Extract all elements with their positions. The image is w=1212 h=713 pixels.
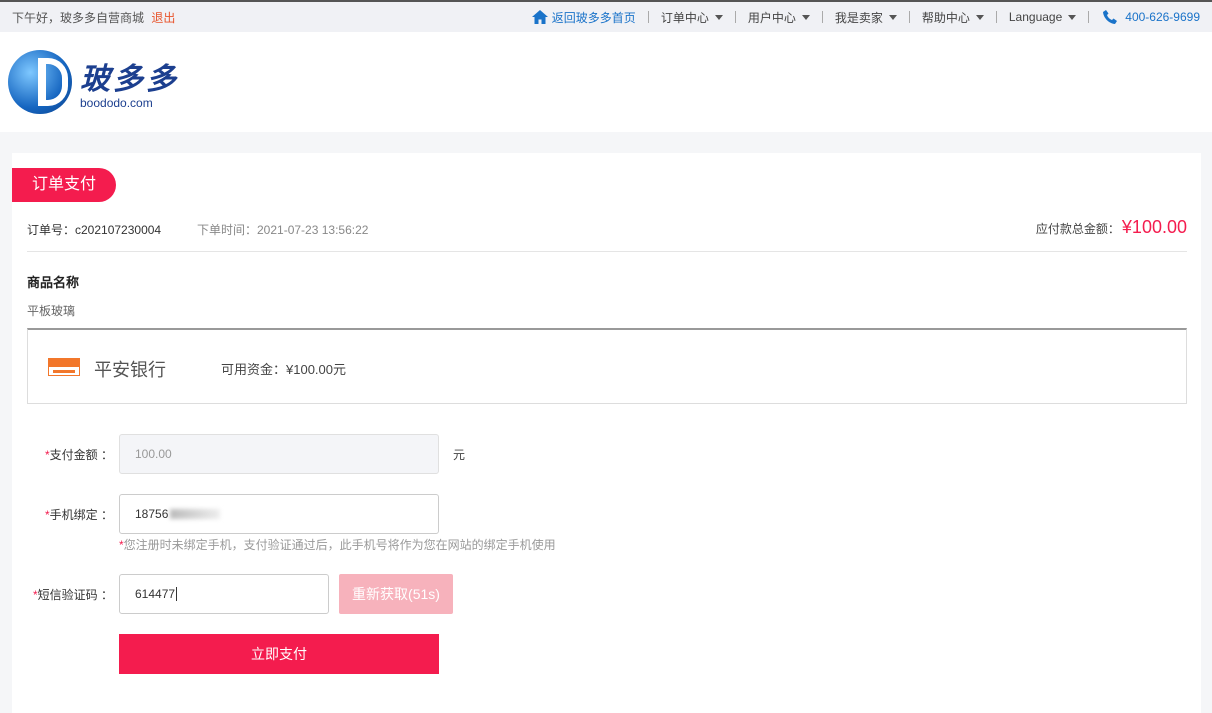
goods-name: 平板玻璃 xyxy=(27,304,76,318)
top-nav: 返回玻多多首页 订单中心 用户中心 我是卖家 帮助中心 Language 400… xyxy=(520,9,1200,26)
goods-title: 商品名称 xyxy=(27,275,80,290)
payment-panel: 订单支付 订单号：c202107230004 下单时间：2021-07-23 1… xyxy=(12,153,1201,713)
logo-emblem xyxy=(8,50,72,114)
order-total: 应付款总金额： ¥100.00 xyxy=(1036,217,1187,238)
greeting-text: 下午好，玻多多自营商城 xyxy=(12,10,145,25)
home-link[interactable]: 返回玻多多首页 xyxy=(520,9,648,26)
caret-down-icon xyxy=(801,14,810,20)
sms-label: *短信验证码 ： xyxy=(32,587,113,602)
bank-logo-icon xyxy=(48,358,80,376)
amount-unit: 元 xyxy=(453,447,466,462)
amount-row: *支付金额 ： 100.00 元 xyxy=(12,434,465,474)
nav-order-center[interactable]: 订单中心 xyxy=(649,9,735,26)
redacted-mask xyxy=(170,509,221,519)
sms-code-input[interactable]: 614477 xyxy=(119,574,329,614)
bank-card[interactable]: 平安银行 可用资金：¥100.00元 xyxy=(27,328,1187,404)
logo-letter-shape xyxy=(38,58,68,106)
nav-language[interactable]: Language xyxy=(997,10,1088,24)
hotline-number: 400-626-9699 xyxy=(1125,10,1200,24)
nav-user-center[interactable]: 用户中心 xyxy=(736,9,822,26)
pay-now-button[interactable]: 立即支付 xyxy=(119,634,439,674)
nav-help-center[interactable]: 帮助中心 xyxy=(910,9,996,26)
nav-label: 我是卖家 xyxy=(834,10,883,25)
hotline: 400-626-9699 xyxy=(1089,10,1200,24)
phone-input[interactable]: 18756 xyxy=(119,494,439,534)
top-bar: 下午好，玻多多自营商城 退出 返回玻多多首页 订单中心 用户中心 我是卖家 帮助… xyxy=(0,0,1212,32)
available-funds: 可用资金：¥100.00元 xyxy=(221,362,346,377)
phone-icon xyxy=(1103,10,1118,24)
logout-link[interactable]: 退出 xyxy=(151,11,175,25)
order-number: 订单号：c202107230004 xyxy=(27,223,162,237)
nav-label: 用户中心 xyxy=(747,10,796,25)
caret-down-icon xyxy=(1068,14,1077,20)
phone-row: *手机绑定 ： 18756 xyxy=(12,494,439,534)
order-info: 订单号：c202107230004 下单时间：2021-07-23 13:56:… xyxy=(27,217,1187,252)
text-cursor xyxy=(176,587,178,601)
phone-hint: *您注册时未绑定手机，支付验证通过后，此手机号将作为您在网站的绑定手机使用 xyxy=(119,538,556,552)
total-label: 应付款总金额： xyxy=(1035,222,1120,236)
greeting-area: 下午好，玻多多自营商城 退出 xyxy=(12,9,175,26)
nav-label: 帮助中心 xyxy=(921,10,970,25)
site-header: 玻多多 boododo.com xyxy=(0,32,1212,132)
caret-down-icon xyxy=(975,14,984,20)
home-link-label: 返回玻多多首页 xyxy=(551,10,636,25)
amount-label: *支付金额 ： xyxy=(44,447,113,462)
caret-down-icon xyxy=(888,14,897,20)
resend-code-button[interactable]: 重新获取(51s) xyxy=(339,574,453,614)
nav-seller[interactable]: 我是卖家 xyxy=(823,9,909,26)
logo-text: 玻多多 boododo.com xyxy=(80,54,179,110)
logo-cn: 玻多多 xyxy=(80,62,179,97)
nav-label: Language xyxy=(1008,10,1063,24)
home-icon xyxy=(531,10,548,24)
order-time: 下单时间：2021-07-23 13:56:22 xyxy=(197,223,369,237)
phone-label: *手机绑定 ： xyxy=(44,507,113,522)
logo-en: boododo.com xyxy=(80,96,153,110)
caret-down-icon xyxy=(714,14,723,20)
total-amount: ¥100.00 xyxy=(1121,217,1187,237)
nav-label: 订单中心 xyxy=(660,10,709,25)
bank-name: 平安银行 xyxy=(94,360,166,380)
amount-input[interactable]: 100.00 xyxy=(119,434,439,474)
site-logo[interactable]: 玻多多 boododo.com xyxy=(8,50,179,114)
sms-row: *短信验证码 ： 614477 重新获取(51s) xyxy=(12,574,453,614)
page-title: 订单支付 xyxy=(12,168,116,202)
